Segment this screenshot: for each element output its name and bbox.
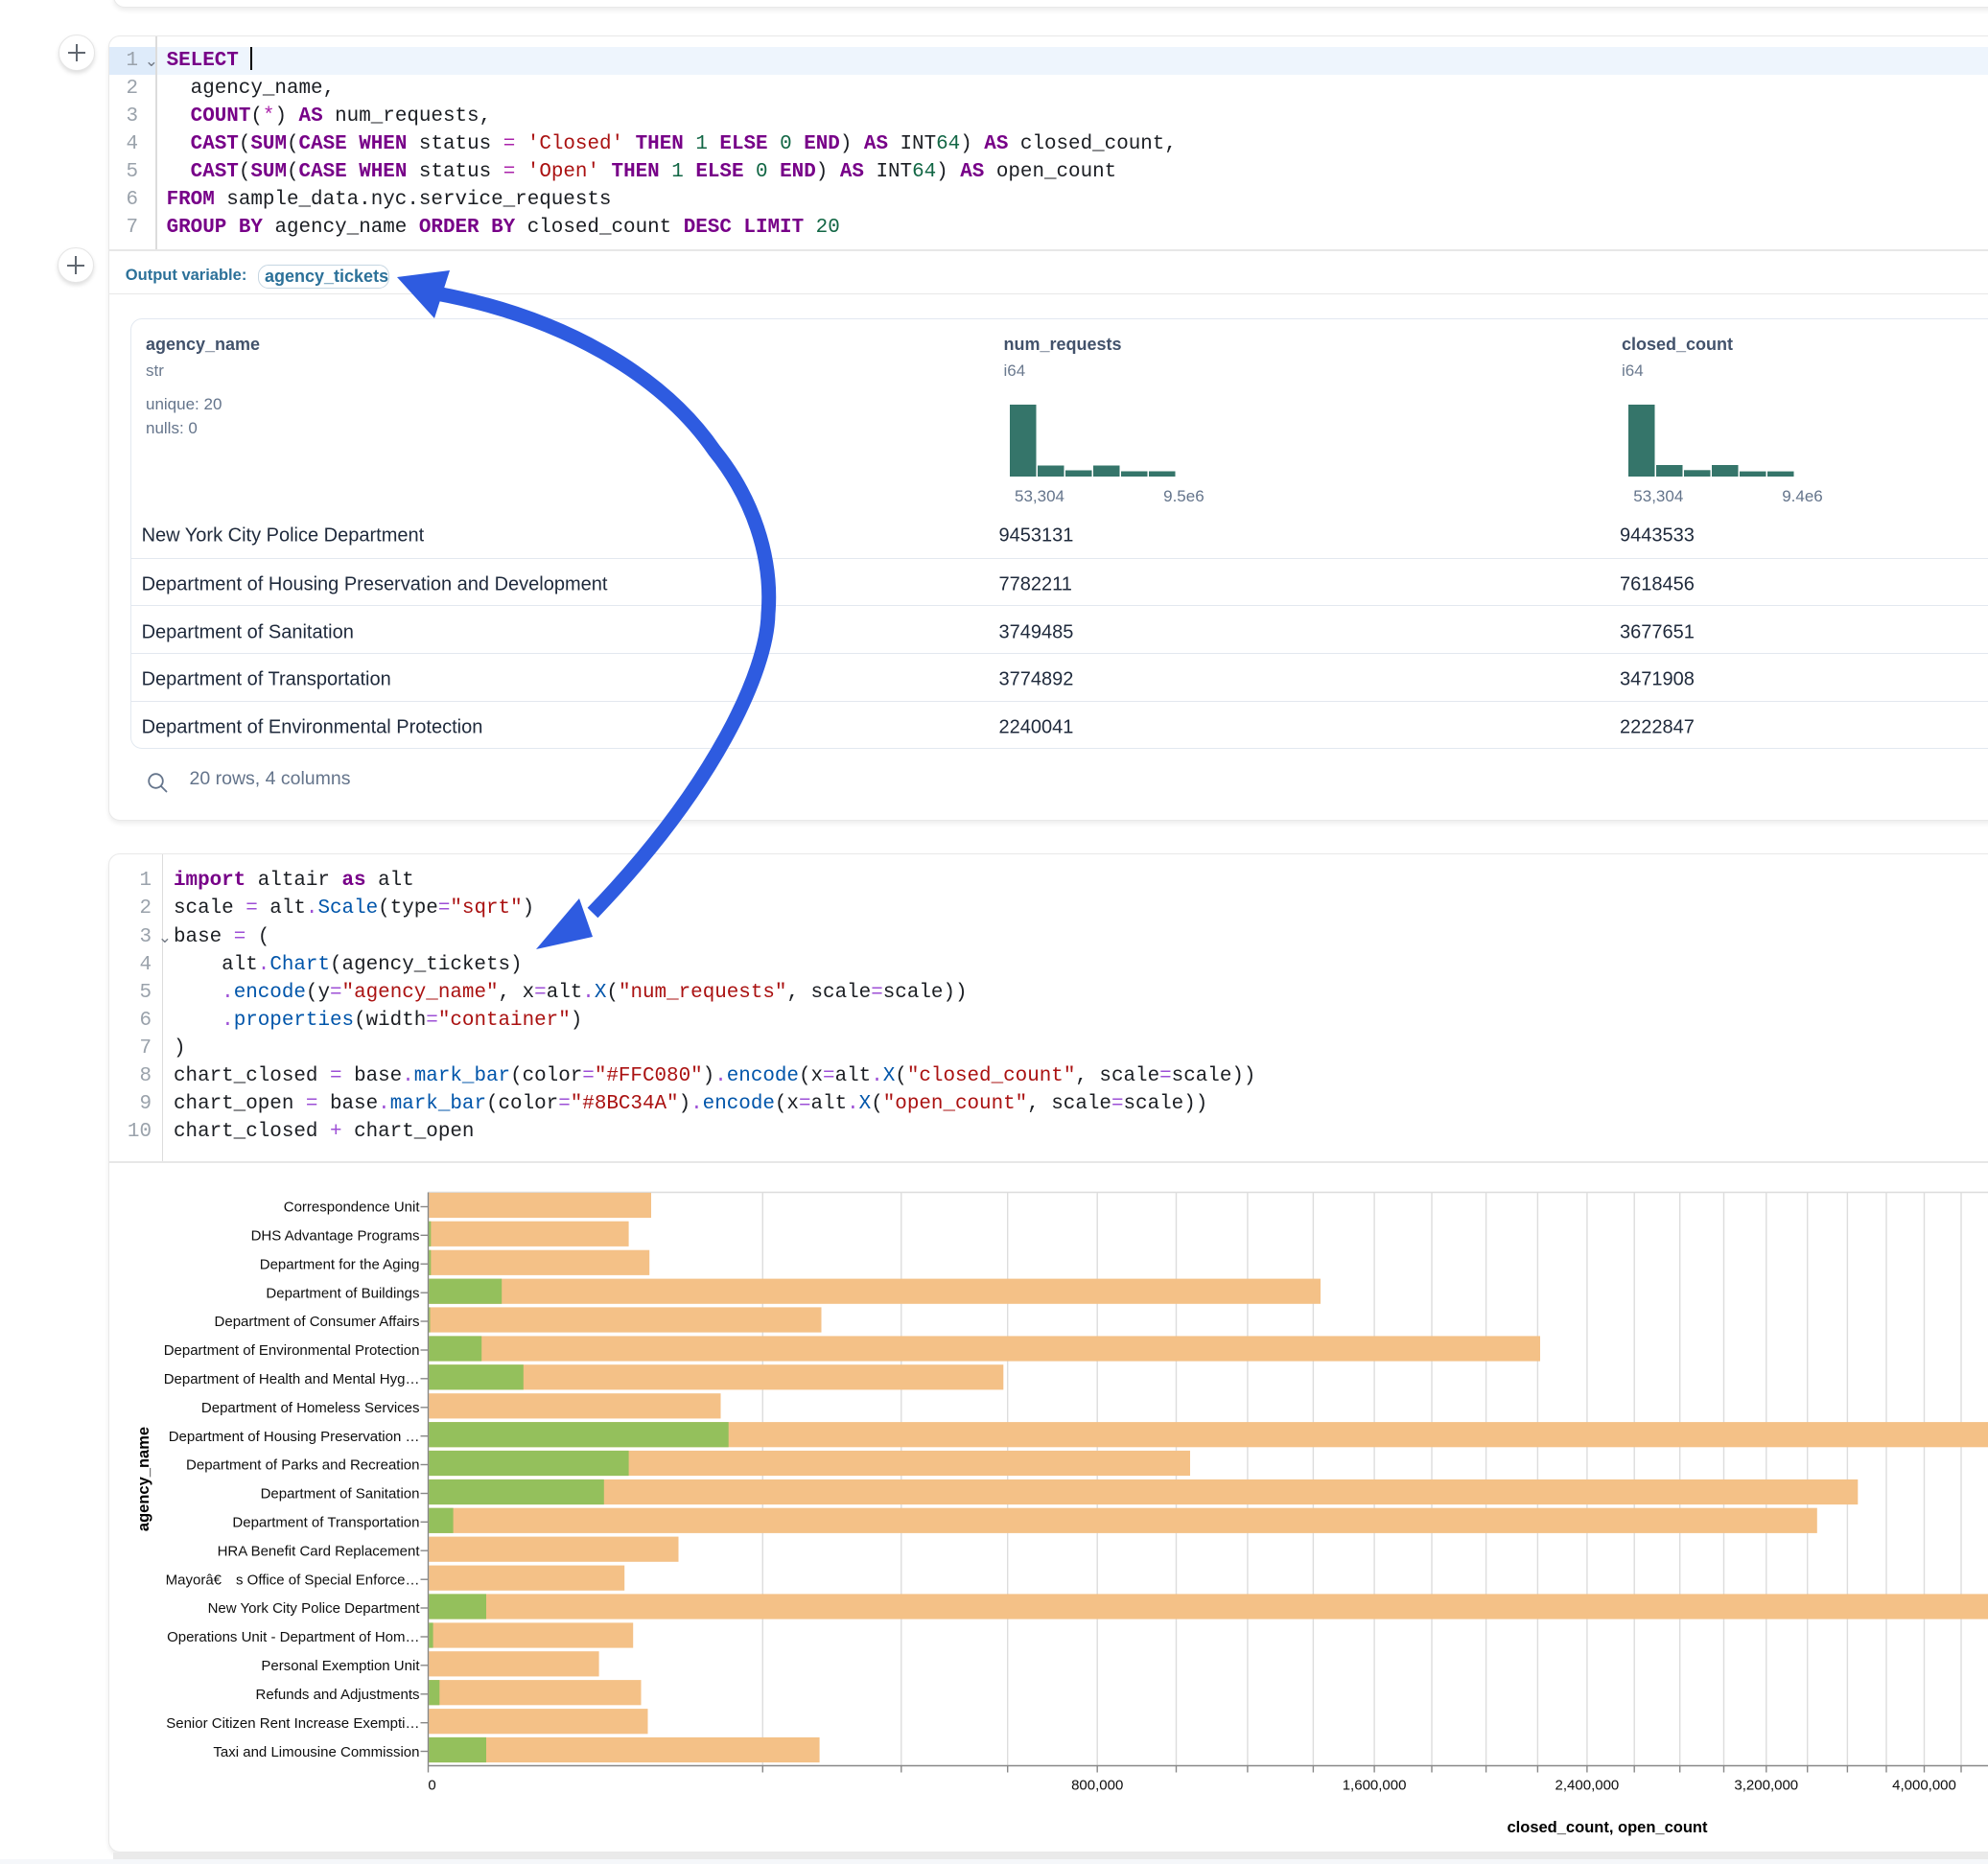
svg-text:Personal Exemption Unit: Personal Exemption Unit [261,1658,420,1674]
svg-text:DHS Advantage Programs: DHS Advantage Programs [251,1228,420,1245]
svg-text:Taxi and Limousine Commission: Taxi and Limousine Commission [213,1744,419,1760]
svg-text:agency_name: agency_name [135,1427,152,1531]
svg-text:Mayorâ€ s Office of Special E: Mayorâ€ s Office of Special Enforce… [166,1572,420,1588]
svg-text:Department of Buildings: Department of Buildings [266,1285,419,1301]
svg-text:Department of Transportation: Department of Transportation [232,1515,419,1531]
svg-text:800,000: 800,000 [1071,1778,1123,1794]
svg-text:Department for the Aging: Department for the Aging [260,1257,420,1273]
svg-text:Department of Homeless Service: Department of Homeless Services [201,1400,420,1416]
svg-text:Senior Citizen Rent Increase E: Senior Citizen Rent Increase Exempti… [166,1715,419,1732]
svg-text:Refunds and Adjustments: Refunds and Adjustments [256,1687,420,1703]
svg-text:4,000,000: 4,000,000 [1892,1778,1956,1794]
svg-text:Department of Environmental Pr: Department of Environmental Protection [164,1342,420,1359]
svg-text:HRA Benefit Card Replacement: HRA Benefit Card Replacement [218,1543,421,1559]
svg-text:Department of Parks and Recrea: Department of Parks and Recreation [186,1457,419,1474]
svg-text:Department of Sanitation: Department of Sanitation [261,1486,420,1503]
svg-text:2,400,000: 2,400,000 [1555,1778,1620,1794]
svg-text:closed_count, open_count: closed_count, open_count [1507,1819,1708,1836]
svg-text:Department of Housing Preserva: Department of Housing Preservation … [169,1429,420,1445]
svg-text:1,600,000: 1,600,000 [1343,1778,1407,1794]
svg-text:Operations Unit - Department o: Operations Unit - Department of Hom… [167,1629,419,1645]
svg-text:Correspondence Unit: Correspondence Unit [284,1200,421,1216]
svg-text:New York City Police Departmen: New York City Police Department [208,1600,421,1617]
svg-text:3,200,000: 3,200,000 [1734,1778,1798,1794]
svg-text:Department of Health and Menta: Department of Health and Mental Hyg… [164,1371,420,1387]
svg-text:0: 0 [428,1778,435,1794]
svg-text:Department of Consumer Affairs: Department of Consumer Affairs [215,1314,420,1330]
